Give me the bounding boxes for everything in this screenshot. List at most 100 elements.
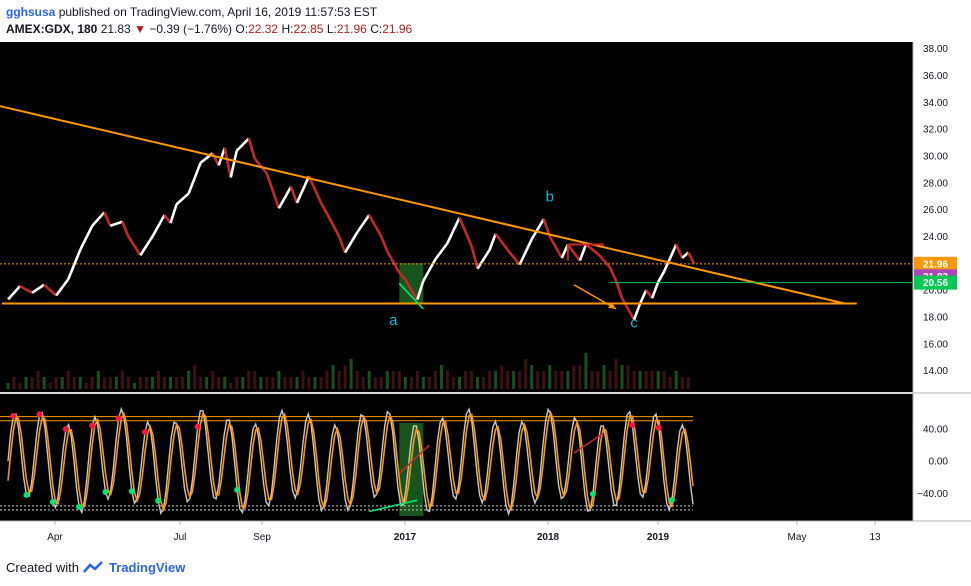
volume-bar — [24, 377, 28, 389]
cross-dot — [194, 423, 201, 430]
volume-bar — [385, 371, 389, 389]
price-tick-label: 32.00 — [923, 125, 948, 136]
cross-dot — [668, 497, 675, 504]
volume-bar — [451, 377, 455, 389]
volume-bar — [355, 371, 359, 389]
price-pane[interactable] — [0, 42, 913, 392]
volume-bar — [361, 377, 365, 389]
volume-bar — [277, 371, 281, 389]
volume-bar — [54, 377, 58, 389]
volume-bar — [626, 365, 630, 389]
volume-bar — [144, 377, 148, 389]
price-tick-label: 30.00 — [923, 151, 948, 162]
volume-bar — [608, 371, 612, 389]
volume-bar — [108, 377, 112, 389]
volume-bar — [18, 383, 22, 389]
volume-bar — [307, 377, 311, 389]
volume-bar — [506, 371, 510, 389]
cross-dot — [49, 499, 56, 506]
cross-dot — [128, 488, 135, 495]
volume-bar — [6, 383, 10, 389]
volume-bar — [662, 371, 666, 389]
volume-bar — [96, 371, 100, 389]
cross-dot — [655, 424, 662, 431]
volume-bar — [379, 377, 383, 389]
volume-bar — [187, 371, 191, 389]
highlight-box — [399, 263, 424, 304]
volume-bar — [391, 371, 395, 389]
volume-bar — [644, 371, 648, 389]
tradingview-logo-icon — [83, 560, 103, 573]
oscillator-tick-label: 0.00 — [929, 457, 949, 468]
volume-bar — [542, 371, 546, 389]
price-tick-label: 24.00 — [923, 232, 948, 243]
volume-bar — [66, 371, 70, 389]
volume-bar — [566, 371, 570, 389]
price-tick-label: 16.00 — [923, 339, 948, 350]
volume-bar — [253, 371, 257, 389]
cross-dot — [23, 491, 30, 498]
volume-bar — [548, 365, 552, 389]
volume-bar — [72, 377, 76, 389]
volume-bar — [12, 377, 16, 389]
volume-bar — [445, 371, 449, 389]
volume-bar — [247, 371, 251, 389]
volume-bar — [205, 377, 209, 389]
volume-bar — [650, 371, 654, 389]
volume-bar — [199, 377, 203, 389]
volume-bar — [181, 377, 185, 389]
volume-bar — [163, 377, 167, 389]
cross-dot — [76, 503, 83, 510]
volume-bar — [638, 371, 642, 389]
wave-label: b — [546, 189, 554, 206]
price-tick-label: 34.00 — [923, 98, 948, 109]
oscillator-tick-label: −40.00 — [917, 489, 948, 500]
created-with-text: Created with — [6, 560, 79, 575]
volume-bar — [409, 377, 413, 389]
volume-bar — [78, 377, 82, 389]
cross-dot — [10, 413, 17, 420]
volume-bar — [433, 371, 437, 389]
volume-bar — [620, 365, 624, 389]
chart-canvas[interactable]: abc 14.0016.0018.0020.0022.0024.0026.002… — [0, 0, 971, 560]
volume-bar — [572, 365, 576, 389]
time-tick-label: Jul — [174, 532, 187, 543]
wave-label: a — [389, 312, 398, 329]
volume-bar — [439, 365, 443, 389]
cross-dot — [102, 488, 109, 495]
volume-bar — [337, 371, 341, 389]
volume-bar — [289, 377, 293, 389]
cross-dot — [142, 429, 148, 436]
volume-bar — [175, 377, 179, 389]
volume-bar — [217, 377, 221, 389]
volume-bar — [560, 371, 564, 389]
volume-bar — [343, 365, 347, 389]
volume-bar — [301, 371, 305, 389]
volume-bar — [120, 371, 124, 389]
volume-bar — [271, 377, 275, 389]
volume-bar — [84, 383, 88, 389]
cross-dot — [234, 486, 241, 493]
volume-bar — [60, 377, 64, 389]
volume-bar — [512, 371, 516, 389]
volume-bar — [367, 371, 371, 389]
volume-bar — [325, 371, 329, 389]
price-tag-label: 21.96 — [923, 259, 948, 270]
price-tick-label: 28.00 — [923, 178, 948, 189]
volume-bar — [686, 377, 690, 389]
cross-dot — [155, 497, 162, 504]
volume-bar — [397, 371, 401, 389]
volume-bar — [241, 377, 245, 389]
volume-bar — [235, 377, 239, 389]
volume-bar — [632, 371, 636, 389]
volume-bar — [421, 377, 425, 389]
volume-bar — [295, 377, 299, 389]
volume-bar — [319, 377, 323, 389]
tradingview-brand[interactable]: TradingView — [109, 560, 185, 575]
volume-bar — [373, 377, 377, 389]
volume-bar — [331, 365, 335, 389]
time-tick-label: 13 — [869, 532, 881, 543]
volume-bar — [30, 377, 34, 389]
volume-bar — [427, 377, 431, 389]
time-tick-label: 2018 — [537, 532, 560, 543]
